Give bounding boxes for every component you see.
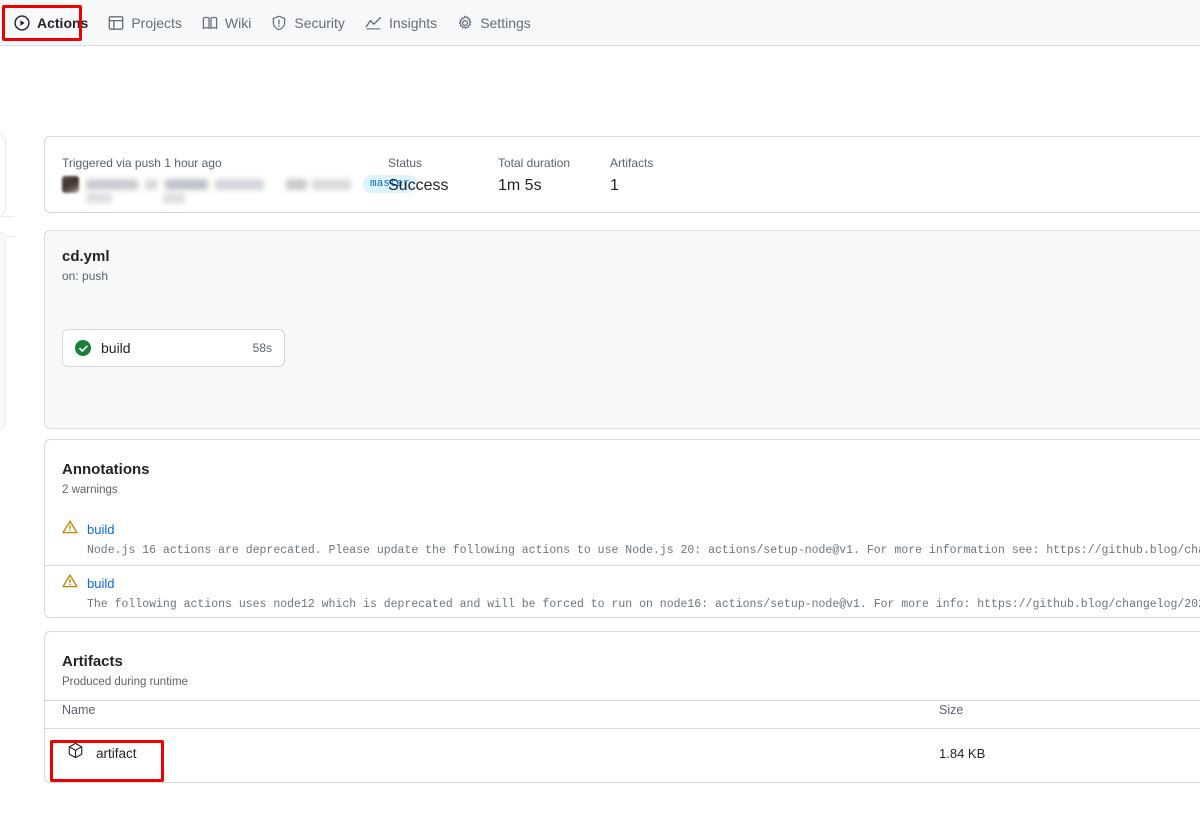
nav-item-wiki[interactable]: Wiki <box>202 0 251 45</box>
workflow-trigger-event: on: push <box>62 269 108 283</box>
annotations-title: Annotations <box>62 461 150 478</box>
job-duration: 58s <box>253 341 272 355</box>
gear-icon <box>457 15 473 31</box>
redacted-text-block <box>145 179 158 190</box>
artifacts-column-header-size: Size <box>939 703 963 717</box>
artifacts-header-divider <box>45 700 1200 701</box>
warning-triangle-icon <box>62 519 78 540</box>
offscreen-panel-edge-bottom <box>0 232 6 429</box>
shield-icon <box>271 15 287 31</box>
nav-item-label: Actions <box>37 15 88 31</box>
artifacts-column-header-name: Name <box>62 703 95 717</box>
avatar <box>62 176 79 193</box>
run-trigger-text: Triggered via push 1 hour ago <box>62 156 222 170</box>
annotation-message: Node.js 16 actions are deprecated. Pleas… <box>87 544 1200 557</box>
nav-item-actions[interactable]: Actions <box>14 0 88 45</box>
duration-column: Total duration 1m 5s <box>498 156 570 195</box>
table-icon <box>108 15 124 31</box>
graph-icon <box>365 15 382 31</box>
duration-label: Total duration <box>498 156 570 170</box>
nav-item-security[interactable]: Security <box>271 0 345 45</box>
repo-nav-items: Actions Projects Wiki <box>0 0 1200 45</box>
annotation-job-name[interactable]: build <box>87 576 114 591</box>
check-circle-icon <box>75 340 91 356</box>
job-name: build <box>101 340 131 356</box>
offscreen-divider-top <box>0 216 14 217</box>
artifacts-label: Artifacts <box>610 156 653 170</box>
annotation-message: The following actions uses node12 which … <box>87 598 1200 611</box>
artifacts-column: Artifacts 1 <box>610 156 653 195</box>
workflow-file-name: cd.yml <box>62 248 110 265</box>
run-summary-card: Triggered via push 1 hour ago master Sta… <box>44 136 1200 213</box>
artifacts-card: Artifacts Produced during runtime Name S… <box>44 631 1200 783</box>
nav-item-label: Wiki <box>225 15 251 31</box>
nav-item-label: Insights <box>389 15 437 31</box>
warning-triangle-icon <box>62 573 78 594</box>
annotations-card: Annotations 2 warnings build Node.js 16 … <box>44 439 1200 618</box>
play-circle-icon <box>14 15 30 31</box>
status-label: Status <box>388 156 448 170</box>
artifact-row[interactable]: artifact <box>67 742 137 764</box>
redacted-text-block <box>165 179 208 190</box>
nav-item-settings[interactable]: Settings <box>457 0 531 45</box>
artifacts-title: Artifacts <box>62 653 123 670</box>
artifacts-row-divider <box>45 728 1200 729</box>
book-icon <box>202 15 218 31</box>
status-value: Success <box>388 177 448 195</box>
commit-author-row: master <box>62 175 417 193</box>
job-node-build[interactable]: build 58s <box>62 329 285 367</box>
artifact-size: 1.84 KB <box>939 746 985 761</box>
nav-item-projects[interactable]: Projects <box>108 0 182 45</box>
redacted-text-block <box>215 179 264 190</box>
status-column: Status Success <box>388 156 448 195</box>
package-icon <box>67 742 84 764</box>
workflow-graph-card: cd.yml on: push build 58s <box>44 230 1200 429</box>
annotation-job-name[interactable]: build <box>87 522 114 537</box>
nav-item-label: Settings <box>480 15 531 31</box>
redacted-text-block <box>312 179 351 190</box>
annotation-item[interactable]: build Node.js 16 actions are deprecated.… <box>62 519 1200 557</box>
redacted-text-block <box>86 193 112 203</box>
redacted-text-block <box>86 179 138 190</box>
offscreen-panel-edge-top <box>0 135 6 215</box>
nav-item-insights[interactable]: Insights <box>365 0 437 45</box>
redacted-text-block <box>163 193 185 203</box>
repo-nav: Actions Projects Wiki <box>0 0 1200 46</box>
annotation-item[interactable]: build The following actions uses node12 … <box>62 573 1200 611</box>
nav-item-label: Security <box>294 15 345 31</box>
annotation-divider <box>45 565 1200 566</box>
duration-value: 1m 5s <box>498 177 570 195</box>
artifact-name[interactable]: artifact <box>96 746 137 761</box>
artifacts-subtitle: Produced during runtime <box>62 676 188 688</box>
artifacts-count: 1 <box>610 177 653 195</box>
redacted-text-block <box>286 179 307 190</box>
annotations-count: 2 warnings <box>62 484 118 496</box>
nav-item-label: Projects <box>131 15 182 31</box>
